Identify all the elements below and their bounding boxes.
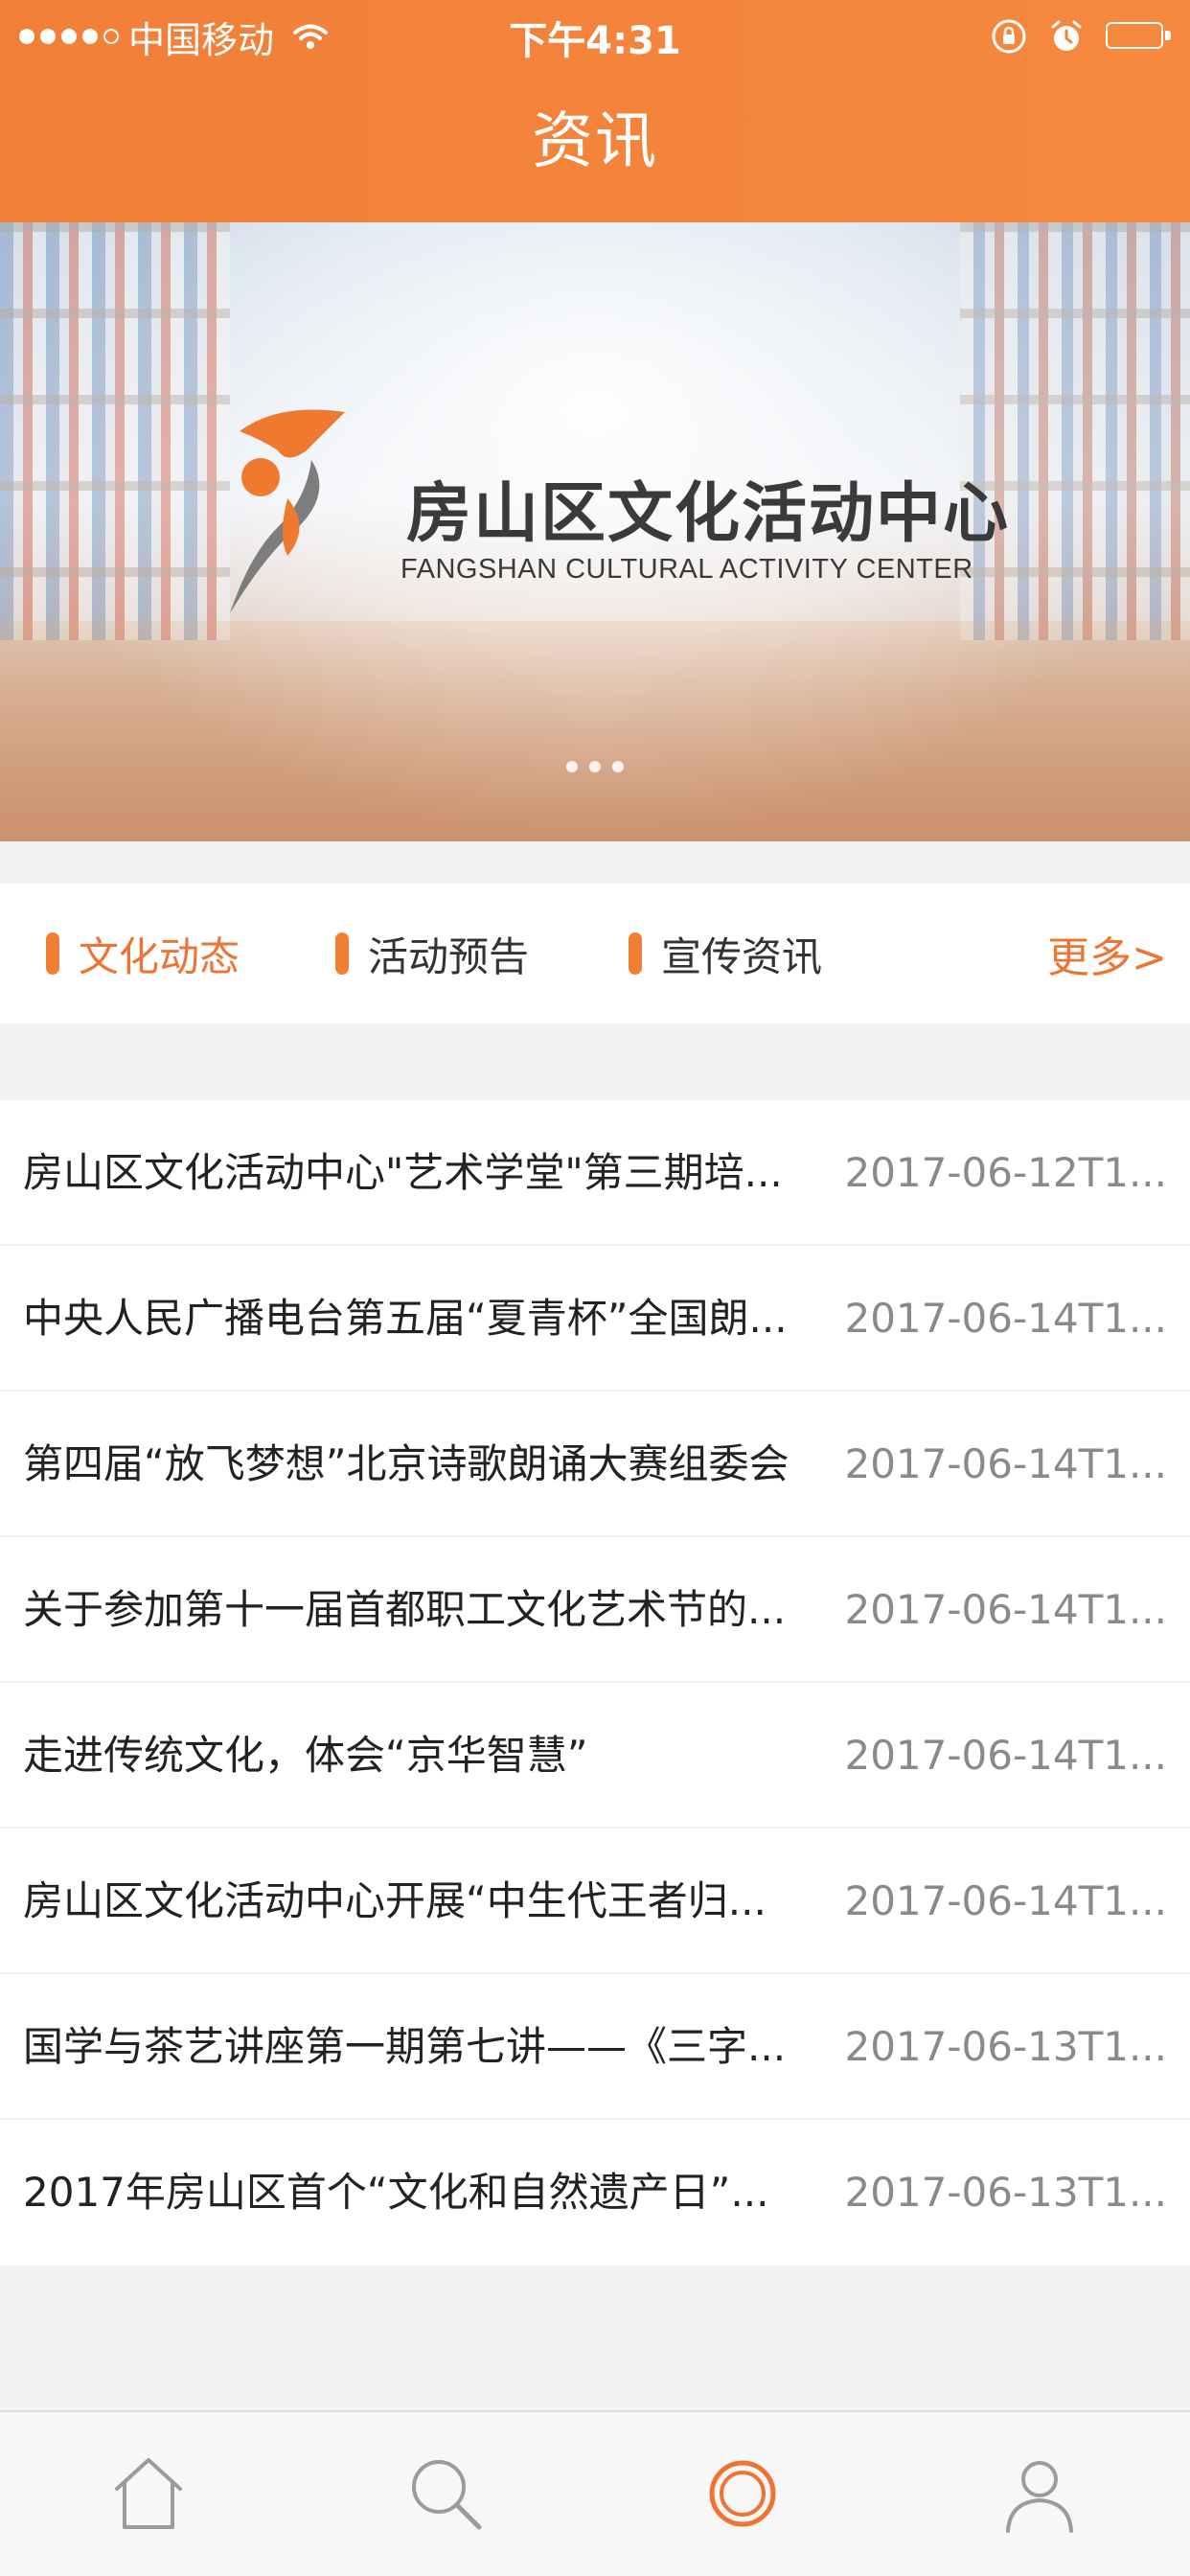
more-link[interactable]: 更多>: [1047, 884, 1167, 1024]
status-bar: 中国移动 下午4:31: [0, 0, 1190, 75]
tab-marker: [629, 932, 642, 975]
app-screen: 中国移动 下午4:31 资讯 房山区文化活动中心 FANGSHAN CULTUR…: [0, 0, 1190, 2576]
list-item[interactable]: 房山区文化活动中心开展“中生代王者归... 2017-06-14T1...: [0, 1828, 1190, 1974]
user-icon[interactable]: [996, 2450, 1083, 2537]
list-item[interactable]: 2017年房山区首个“文化和自然遗产日”... 2017-06-13T1...: [0, 2120, 1190, 2266]
tab-label: 文化动态: [79, 932, 240, 980]
list-item[interactable]: 走进传统文化，体会“京华智慧” 2017-06-14T1...: [0, 1683, 1190, 1828]
battery-body: [1106, 22, 1163, 49]
tab-event-preview[interactable]: 活动预告: [335, 884, 529, 1024]
news-title: 第四届“放飞梦想”北京诗歌朗诵大赛组委会: [23, 1440, 790, 1487]
news-title: 国学与茶艺讲座第一期第七讲——《三字...: [23, 2023, 787, 2070]
tab-marker: [335, 932, 349, 975]
news-date: 2017-06-13T1...: [844, 2169, 1167, 2216]
battery-tip: [1165, 31, 1171, 40]
banner-carousel[interactable]: 房山区文化活动中心 FANGSHAN CULTURAL ACTIVITY CEN…: [0, 222, 1190, 841]
news-list: 房山区文化活动中心"艺术学堂"第三期培... 2017-06-12T1... 中…: [0, 1100, 1190, 2266]
news-date: 2017-06-14T1...: [844, 1440, 1167, 1487]
header: 中国移动 下午4:31 资讯: [0, 0, 1190, 222]
list-item[interactable]: 关于参加第十一届首都职工文化艺术节的... 2017-06-14T1...: [0, 1537, 1190, 1683]
tab-marker: [46, 932, 59, 975]
page-title: 资讯: [532, 106, 658, 177]
battery-icon: [1106, 22, 1171, 51]
page-dot[interactable]: [612, 761, 624, 772]
list-item[interactable]: 国学与茶艺讲座第一期第七讲——《三字... 2017-06-13T1...: [0, 1974, 1190, 2120]
news-date: 2017-06-14T1...: [844, 1586, 1167, 1633]
news-date: 2017-06-14T1...: [844, 1732, 1167, 1779]
search-icon[interactable]: [402, 2450, 489, 2537]
news-title: 走进传统文化，体会“京华智慧”: [23, 1732, 588, 1779]
news-title: 房山区文化活动中心开展“中生代王者归...: [23, 1877, 767, 1924]
banner-floor: [0, 621, 1190, 841]
tab-culture-news[interactable]: 文化动态: [46, 884, 240, 1024]
page-dot[interactable]: [566, 761, 578, 772]
banner-logo-subtitle: FANGSHAN CULTURAL ACTIVITY CENTER: [400, 554, 973, 585]
news-date: 2017-06-12T1...: [844, 1149, 1167, 1196]
news-title: 房山区文化活动中心"艺术学堂"第三期培...: [23, 1149, 783, 1196]
banner-bookshelf-left: [0, 222, 230, 640]
category-tabs: 文化动态 活动预告 宣传资讯 更多>: [0, 884, 1190, 1024]
news-title: 中央人民广播电台第五届“夏青杯”全国朗...: [23, 1295, 788, 1342]
bottom-tab-bar: [0, 2410, 1190, 2576]
status-right: [991, 13, 1171, 59]
banner-bookshelf-right: [960, 222, 1190, 640]
news-ring-icon[interactable]: [699, 2450, 786, 2537]
list-item[interactable]: 第四届“放飞梦想”北京诗歌朗诵大赛组委会 2017-06-14T1...: [0, 1392, 1190, 1537]
center-logo-icon: [230, 409, 345, 613]
home-icon[interactable]: [105, 2450, 192, 2537]
alarm-icon: [1051, 20, 1082, 51]
news-date: 2017-06-14T1...: [844, 1877, 1167, 1924]
carousel-page-indicator[interactable]: [0, 761, 1190, 772]
banner-logo-title: 房山区文化活动中心: [406, 476, 1011, 552]
tab-label: 宣传资讯: [661, 932, 823, 980]
page-dot[interactable]: [589, 761, 601, 772]
tab-label: 活动预告: [368, 932, 530, 980]
news-title: 关于参加第十一届首都职工文化艺术节的...: [23, 1586, 787, 1633]
news-date: 2017-06-13T1...: [844, 2023, 1167, 2070]
tab-promo-news[interactable]: 宣传资讯: [629, 884, 822, 1024]
news-title: 2017年房山区首个“文化和自然遗产日”...: [23, 2169, 769, 2216]
list-item[interactable]: 房山区文化活动中心"艺术学堂"第三期培... 2017-06-12T1...: [0, 1100, 1190, 1246]
news-date: 2017-06-14T1...: [844, 1295, 1167, 1342]
orientation-lock-icon: [992, 19, 1026, 54]
list-item[interactable]: 中央人民广播电台第五届“夏青杯”全国朗... 2017-06-14T1...: [0, 1246, 1190, 1392]
